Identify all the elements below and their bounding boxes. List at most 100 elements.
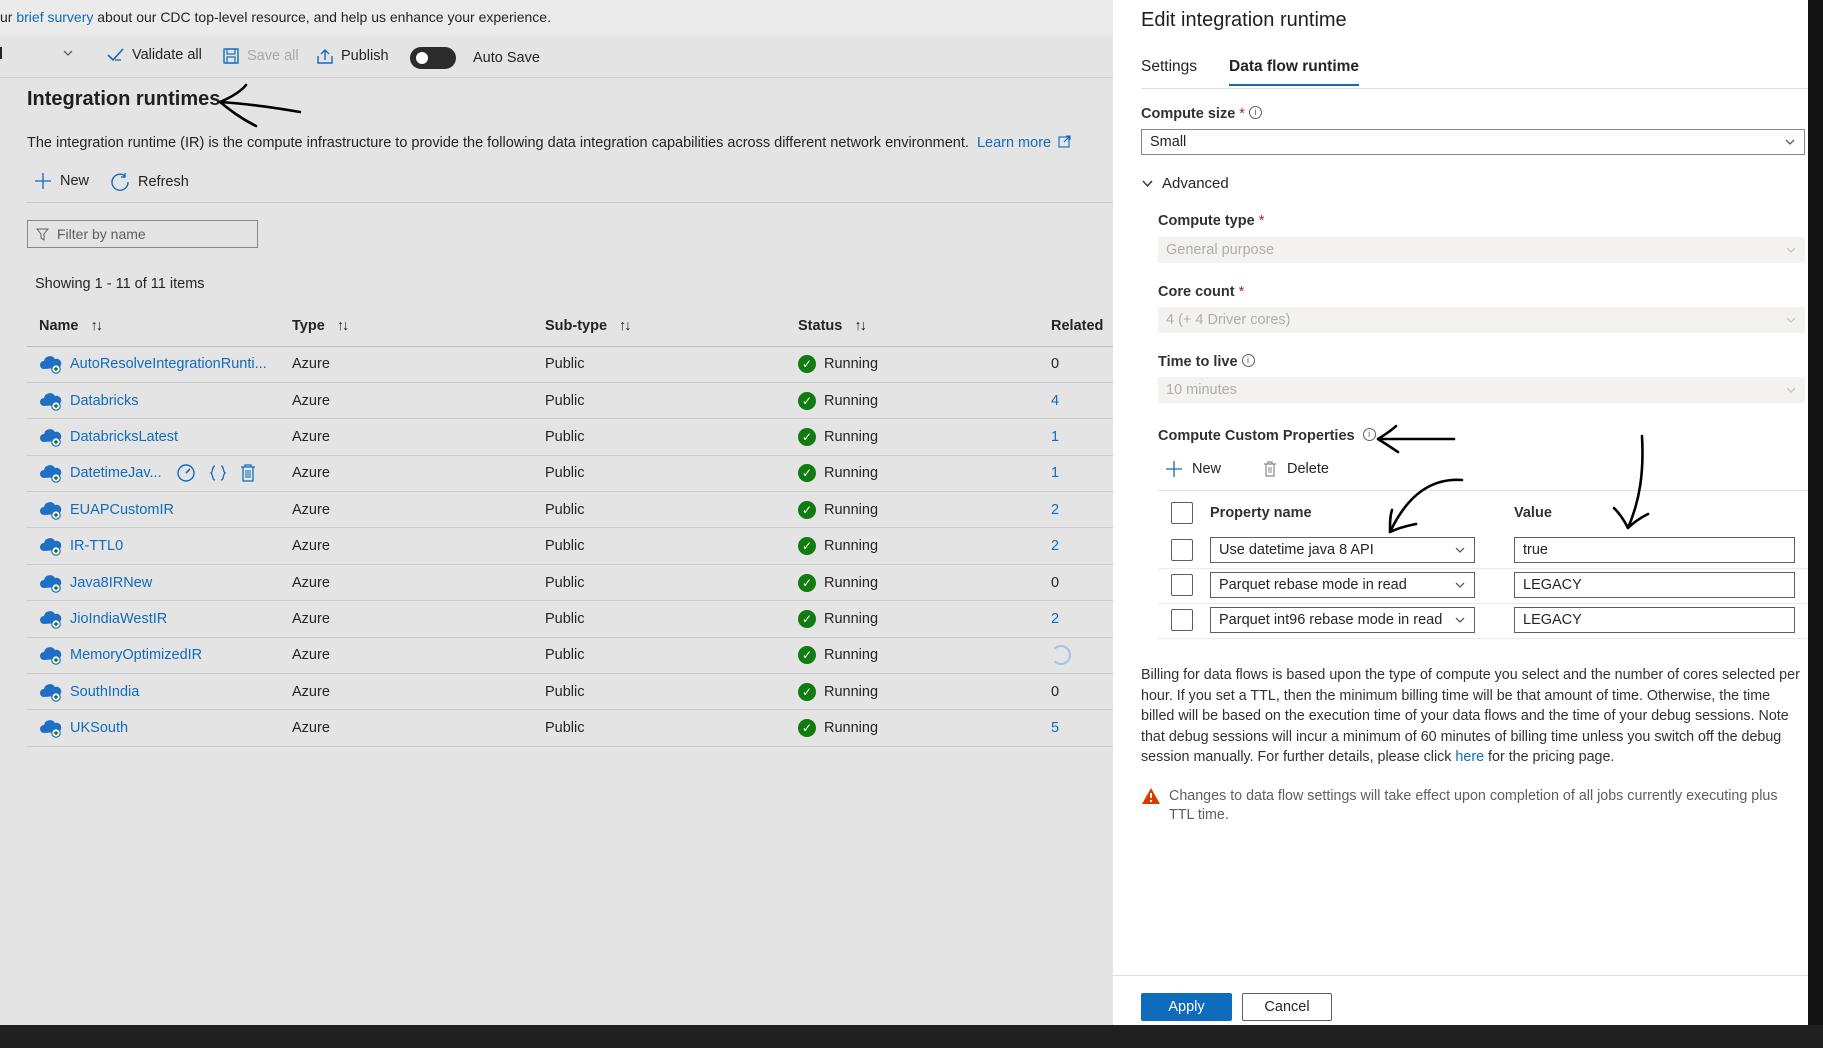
learn-more-link[interactable]: Learn more (977, 135, 1071, 151)
cell-status: ✓ Running (786, 346, 1039, 383)
ir-name-link[interactable]: MemoryOptimizedIR (70, 647, 202, 663)
col-name[interactable]: Name ↑↓ (27, 306, 280, 347)
table-row[interactable]: SouthIndia Azure Public ✓ Running 0 (27, 673, 1113, 711)
col-subtype[interactable]: Sub-type ↑↓ (533, 306, 786, 347)
integration-runtime-icon (40, 392, 62, 411)
col-status[interactable]: Status ↑↓ (786, 306, 1039, 347)
filter-input[interactable] (57, 226, 247, 242)
table-row[interactable]: JioIndiaWestIR Azure Public ✓ Running 2 (27, 600, 1113, 638)
table-row[interactable]: AutoResolveIntegrationRunti... Azure Publi… (27, 346, 1113, 383)
pricing-link[interactable]: here (1455, 749, 1484, 765)
property-checkbox[interactable] (1171, 574, 1193, 596)
refresh-button[interactable]: Refresh (110, 172, 189, 192)
advanced-toggle[interactable]: Advanced (1141, 175, 1229, 192)
col-type[interactable]: Type ↑↓ (280, 306, 533, 347)
property-name-select[interactable]: Parquet int96 rebase mode in read (1210, 607, 1475, 633)
ir-name-link[interactable]: Java8IRNew (70, 574, 152, 590)
cell-type: Azure (280, 600, 533, 638)
save-all-button[interactable]: Save all (222, 47, 299, 65)
related-count[interactable]: 1 (1051, 465, 1059, 481)
branch-dropdown[interactable] (62, 47, 74, 59)
cell-type: Azure (280, 709, 533, 747)
survey-link[interactable]: brief survery (16, 9, 93, 25)
new-ir-button[interactable]: New (34, 172, 89, 190)
ir-name-link[interactable]: Databricks (70, 392, 139, 408)
related-count[interactable]: 2 (1051, 611, 1059, 627)
panel-scrollbar[interactable] (1808, 0, 1823, 1025)
info-icon[interactable]: i (1241, 354, 1255, 367)
left-edge-item[interactable] (0, 47, 2, 59)
cell-subtype: Public (533, 709, 786, 747)
tab-settings[interactable]: Settings (1141, 58, 1197, 86)
property-name-select[interactable]: Parquet rebase mode in read (1210, 572, 1475, 598)
code-icon[interactable] (208, 463, 228, 483)
delete-property-button[interactable]: Delete (1262, 460, 1329, 478)
sort-icon[interactable]: ↑↓ (854, 318, 866, 334)
table-row[interactable]: UKSouth Azure Public ✓ Running 5 (27, 709, 1113, 747)
tab-data-flow-runtime[interactable]: Data flow runtime (1229, 58, 1360, 86)
table-row[interactable]: Databricks Azure Public ✓ Running 4 (27, 382, 1113, 420)
ir-name-link[interactable]: DatetimeJav... (70, 465, 162, 481)
auto-save-toggle[interactable]: Auto Save (410, 47, 540, 69)
toggle-switch[interactable] (410, 47, 456, 69)
related-count[interactable]: 4 (1051, 393, 1059, 409)
publish-button[interactable]: Publish (316, 47, 389, 65)
select-all-checkbox[interactable] (1171, 502, 1193, 524)
cell-related: 0 (1039, 673, 1113, 711)
ttl-select[interactable]: 10 minutes (1158, 377, 1805, 403)
table-row[interactable]: MemoryOptimizedIR Azure Public ✓ Running (27, 637, 1113, 675)
compute-size-select[interactable]: Small (1141, 129, 1805, 155)
col-related[interactable]: Related (1039, 306, 1113, 347)
property-value-input[interactable]: LEGACY (1514, 572, 1795, 598)
sort-icon[interactable]: ↑↓ (337, 318, 349, 334)
table-row[interactable]: DatabricksLatest Azure Public ✓ Running 1 (27, 418, 1113, 456)
core-count-select[interactable]: 4 (+ 4 Driver cores) (1158, 307, 1805, 333)
filter-box[interactable] (27, 220, 258, 248)
related-count[interactable]: 1 (1051, 429, 1059, 445)
cancel-button[interactable]: Cancel (1242, 993, 1332, 1021)
integration-runtime-icon (40, 501, 62, 520)
property-name-value: Use datetime java 8 API (1219, 542, 1374, 558)
status-text: Running (824, 356, 879, 373)
ir-name-link[interactable]: DatabricksLatest (70, 429, 178, 445)
property-value-input[interactable]: LEGACY (1514, 607, 1795, 633)
related-count[interactable]: 2 (1051, 538, 1059, 554)
sort-icon[interactable]: ↑↓ (91, 318, 103, 334)
property-name-select[interactable]: Use datetime java 8 API (1210, 537, 1475, 563)
compute-type-select[interactable]: General purpose (1158, 237, 1805, 263)
table-row[interactable]: EUAPCustomIR Azure Public ✓ Running 2 (27, 491, 1113, 529)
ir-name-link[interactable]: UKSouth (70, 720, 128, 736)
new-property-button[interactable]: New (1165, 460, 1221, 478)
cell-status: ✓ Running (786, 637, 1039, 675)
ir-name-link[interactable]: JioIndiaWestIR (70, 611, 167, 627)
ir-name-link[interactable]: SouthIndia (70, 684, 139, 700)
billing-note: Billing for data flows is based upon the… (1141, 665, 1801, 768)
status-text: Running (824, 428, 879, 445)
warning-text: Changes to data flow settings will take … (1169, 788, 1778, 823)
table-row[interactable]: DatetimeJav... Azure Public ✓ Running 1 (27, 455, 1113, 493)
property-checkbox[interactable] (1171, 539, 1193, 561)
related-count[interactable]: 5 (1051, 720, 1059, 736)
chevron-down-icon (1455, 617, 1465, 623)
property-checkbox[interactable] (1171, 609, 1193, 631)
delete-icon[interactable] (240, 463, 256, 483)
ir-name-link[interactable]: AutoResolveIntegrationRunti... (70, 356, 267, 372)
info-icon[interactable]: i (1248, 106, 1262, 119)
cell-status: ✓ Running (786, 564, 1039, 602)
apply-button[interactable]: Apply (1141, 993, 1232, 1021)
monitor-icon[interactable] (176, 463, 196, 483)
cell-type: Azure (280, 564, 533, 602)
ir-name-link[interactable]: EUAPCustomIR (70, 502, 174, 518)
validate-all-button[interactable]: Validate all (107, 47, 202, 63)
cell-type: Azure (280, 527, 533, 565)
cell-type: Azure (280, 455, 533, 493)
table-row[interactable]: Java8IRNew Azure Public ✓ Running 0 (27, 564, 1113, 602)
cell-name: Java8IRNew (27, 564, 280, 602)
related-count[interactable]: 2 (1051, 502, 1059, 518)
property-value-input[interactable]: true (1514, 537, 1795, 563)
ir-name-link[interactable]: IR-TTL0 (70, 538, 123, 554)
publish-icon (317, 49, 333, 64)
sort-icon[interactable]: ↑↓ (619, 318, 631, 334)
info-icon[interactable]: i (1362, 428, 1376, 441)
table-row[interactable]: IR-TTL0 Azure Public ✓ Running 2 (27, 527, 1113, 565)
